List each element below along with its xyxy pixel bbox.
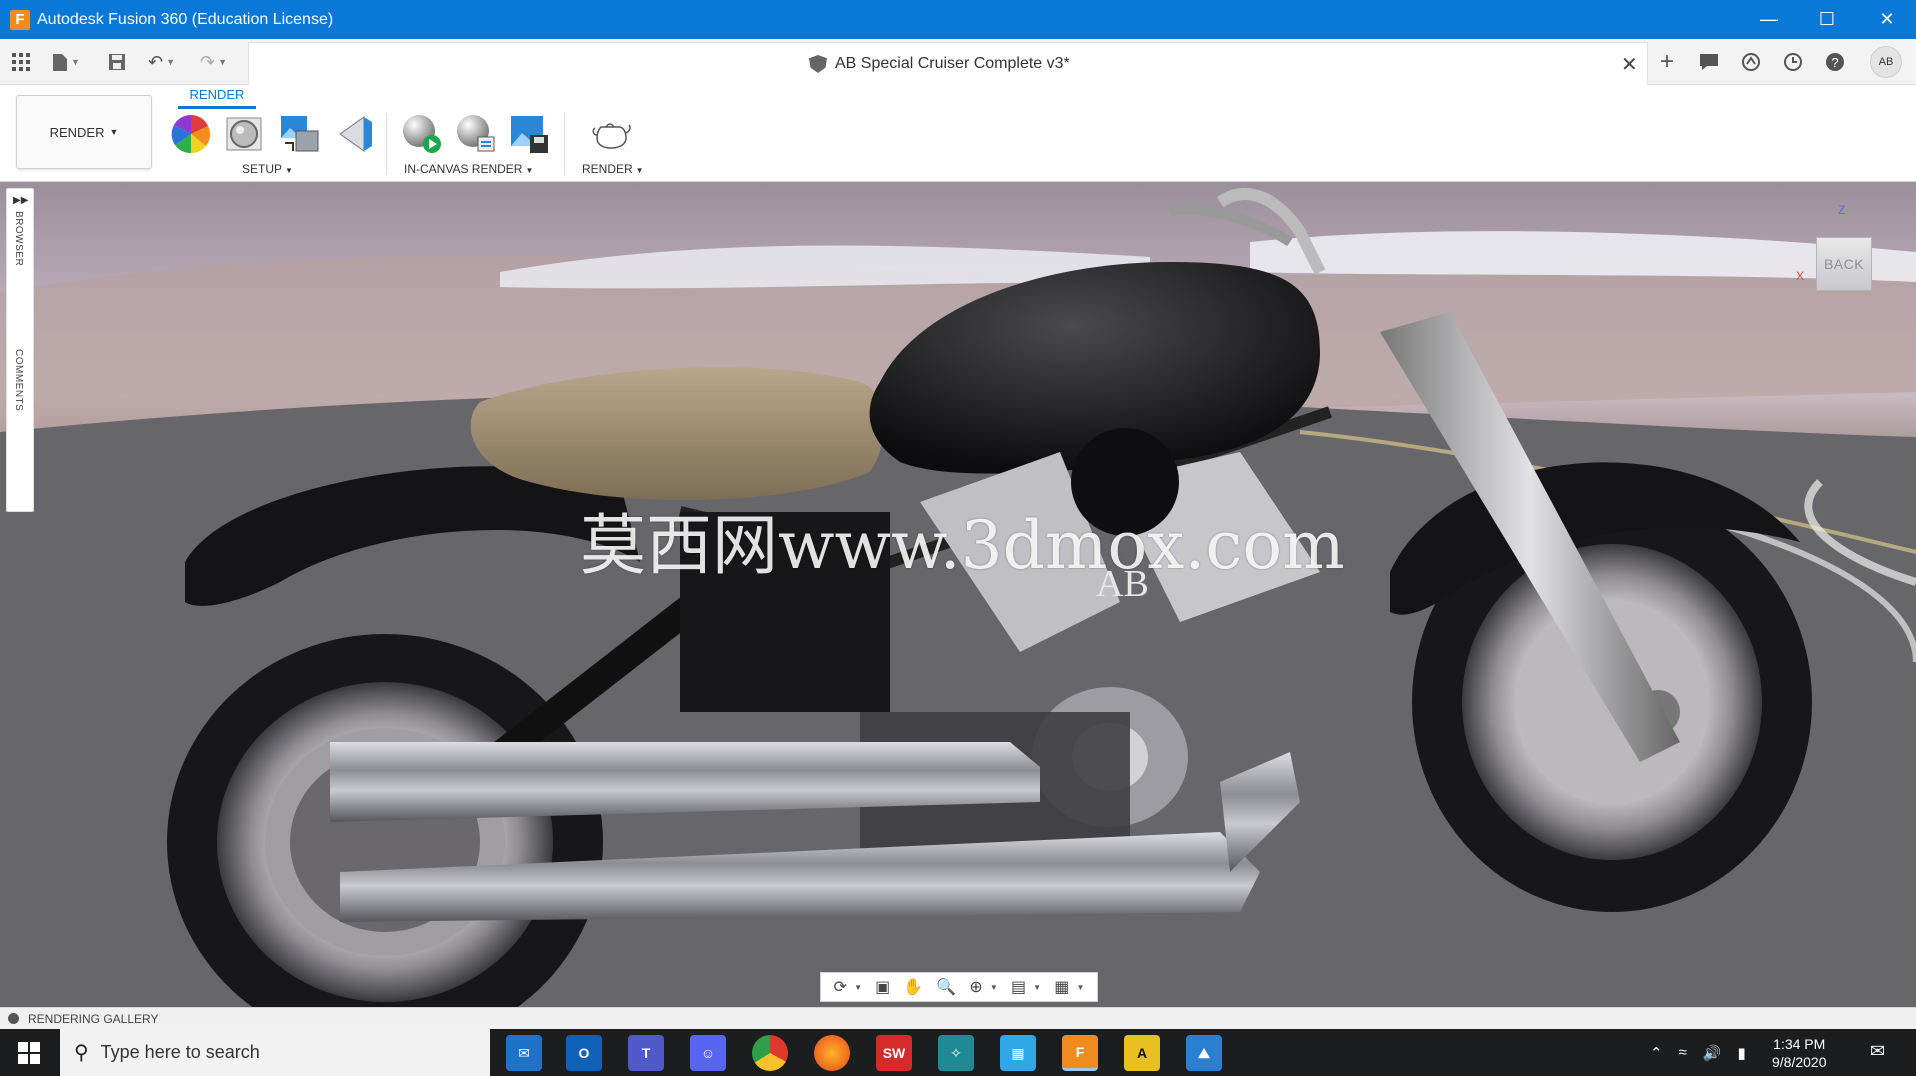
autocad-app-icon[interactable]: A xyxy=(1124,1035,1160,1071)
grid-settings-icon[interactable]: ▦ xyxy=(1054,977,1069,997)
search-icon: ⚲ xyxy=(74,1042,89,1064)
user-avatar[interactable]: AB xyxy=(1870,46,1902,78)
browser-side-panel[interactable]: ▶▶ BROWSER COMMENTS xyxy=(6,188,34,512)
firefox-app-icon[interactable] xyxy=(814,1035,850,1071)
viewport-canvas[interactable]: 莫西网www.3dmox.com AB xyxy=(0,182,1916,1007)
search-placeholder: Type here to search xyxy=(100,1042,260,1062)
windows-taskbar: ⚲ Type here to search ✉ O T ☺ SW ✧ ▦ F A… xyxy=(0,1029,1916,1076)
chrome-app-icon[interactable] xyxy=(752,1035,788,1071)
in-canvas-render-settings-icon[interactable] xyxy=(454,113,496,155)
chevron-down-icon[interactable]: ▼ xyxy=(990,983,998,992)
chevron-up-icon[interactable]: ⌃ xyxy=(1650,1044,1663,1062)
render-teapot-icon[interactable] xyxy=(590,113,632,155)
workspace-label: RENDER xyxy=(49,124,105,140)
clock-date: 9/8/2020 xyxy=(1772,1054,1827,1070)
fusion360-app-icon[interactable]: F xyxy=(1062,1035,1098,1071)
minimize-button[interactable]: — xyxy=(1740,0,1798,39)
viewcube-back-face[interactable]: BACK xyxy=(1816,237,1872,291)
action-center-icon[interactable]: ✉ xyxy=(1870,1041,1885,1062)
outlook-app-icon[interactable]: O xyxy=(566,1035,602,1071)
undo-button[interactable]: ↶ ▼ xyxy=(148,48,175,76)
window-title: Autodesk Fusion 360 (Education License) xyxy=(37,10,334,28)
teams-app-icon[interactable]: T xyxy=(628,1035,664,1071)
solidworks-app-icon[interactable]: SW xyxy=(876,1035,912,1071)
navigation-bar: ⟳ ▼ ▣ ✋ 🔍 ⊕ ▼ ▤ ▼ ▦ ▼ xyxy=(820,972,1098,1002)
document-title: AB Special Cruiser Complete v3* xyxy=(835,55,1070,72)
tab-render[interactable]: RENDER xyxy=(178,85,256,109)
maximize-button[interactable]: ☐ xyxy=(1798,0,1856,39)
close-window-button[interactable]: ✕ xyxy=(1858,0,1916,39)
system-tray: ⌃ ≈ 🔊 ▮ xyxy=(1650,1029,1746,1076)
toolbar-divider xyxy=(564,113,565,175)
in-canvas-render-icon[interactable] xyxy=(400,113,442,155)
group-label-setup[interactable]: SETUP ▼ xyxy=(242,162,293,176)
help-icon[interactable]: ? xyxy=(1820,47,1850,77)
notifications-icon[interactable] xyxy=(1694,47,1724,77)
wifi-icon[interactable]: ≈ xyxy=(1679,1044,1687,1061)
close-tab-icon[interactable]: ✕ xyxy=(1621,52,1638,77)
watermark-text: 莫西网www.3dmox.com xyxy=(580,507,1345,584)
group-label-render[interactable]: RENDER ▼ xyxy=(582,162,644,176)
toolbar-divider xyxy=(386,113,387,175)
viewcube-z-axis: Z xyxy=(1838,203,1846,217)
taskbar-search-box[interactable]: ⚲ Type here to search xyxy=(60,1029,490,1076)
fusion-app-icon: F xyxy=(10,9,30,30)
comments-label[interactable]: COMMENTS xyxy=(13,349,24,411)
discord-app-icon[interactable]: ☺ xyxy=(690,1035,726,1071)
chevron-down-icon[interactable]: ▼ xyxy=(854,983,862,992)
maya-app-icon[interactable]: ✧ xyxy=(938,1035,974,1071)
viewcube[interactable]: Z X BACK xyxy=(1796,203,1876,299)
data-panel-icon[interactable] xyxy=(1736,47,1766,77)
capture-image-icon[interactable] xyxy=(508,113,550,155)
display-settings-icon[interactable]: ▤ xyxy=(1011,977,1026,997)
ab-engine-logo: AB xyxy=(1096,563,1149,605)
rendering-gallery-label: RENDERING GALLERY xyxy=(28,1011,159,1026)
new-tab-icon[interactable]: + xyxy=(1652,47,1682,77)
mail-app-icon[interactable]: ✉ xyxy=(506,1035,542,1071)
document-tab[interactable]: AB Special Cruiser Complete v3* ✕ xyxy=(248,42,1648,85)
job-status-icon[interactable] xyxy=(1778,47,1808,77)
rendering-gallery-bar[interactable]: RENDERING GALLERY xyxy=(0,1007,1916,1029)
rendered-motorcycle-scene xyxy=(0,187,1916,1007)
document-shield-icon xyxy=(809,55,827,73)
battery-icon[interactable]: ▮ xyxy=(1738,1044,1746,1062)
look-at-icon[interactable]: ▣ xyxy=(875,977,890,997)
viewcube-x-axis: X xyxy=(1796,269,1805,283)
window-title-bar: F Autodesk Fusion 360 (Education License… xyxy=(0,0,1916,39)
chevron-down-icon: ▼ xyxy=(109,127,119,137)
browser-label[interactable]: BROWSER xyxy=(13,211,24,266)
svg-text:?: ? xyxy=(1831,55,1838,70)
taskbar-clock[interactable]: 1:34 PM 9/8/2020 xyxy=(1772,1035,1827,1071)
workspace-switcher-button[interactable]: RENDER ▼ xyxy=(16,95,152,169)
redo-button[interactable]: ↷ ▼ xyxy=(200,48,227,76)
chevron-down-icon[interactable]: ▼ xyxy=(1033,983,1041,992)
expand-arrow-icon[interactable]: ▶▶ xyxy=(13,195,28,206)
chevron-down-icon[interactable]: ▼ xyxy=(1076,983,1084,992)
volume-icon[interactable]: 🔊 xyxy=(1703,1044,1722,1062)
pan-hand-icon[interactable]: ✋ xyxy=(903,977,923,997)
appearance-icon[interactable] xyxy=(170,113,212,155)
explorer-app-icon[interactable]: ▦ xyxy=(1000,1035,1036,1071)
app-grid-icon[interactable] xyxy=(12,48,30,76)
group-label-in-canvas-render[interactable]: IN-CANVAS RENDER ▼ xyxy=(404,162,533,176)
file-menu-button[interactable]: ▼ xyxy=(52,48,80,76)
clock-time: 1:34 PM xyxy=(1773,1036,1826,1052)
document-tab-bar: ▼ ↶ ▼ ↷ ▼ AB Special Cruiser Complete v3* … xyxy=(0,39,1916,85)
orbit-icon[interactable]: ⟳ xyxy=(834,977,847,997)
windows-start-icon[interactable] xyxy=(0,1029,58,1076)
scene-settings-icon[interactable] xyxy=(278,113,320,155)
ribbon-toolbar: RENDER ▼ RENDER SETUP ▼ IN-CANVAS RENDER… xyxy=(0,85,1916,182)
gallery-toggle-icon[interactable] xyxy=(8,1013,19,1024)
photos-app-icon[interactable]: ⛰ xyxy=(1186,1035,1222,1071)
save-icon[interactable] xyxy=(108,48,126,76)
zoom-icon[interactable]: 🔍 xyxy=(936,977,956,997)
physical-material-icon[interactable] xyxy=(224,113,266,155)
decal-texture-icon[interactable] xyxy=(334,113,376,155)
fit-icon[interactable]: ⊕ xyxy=(969,977,982,997)
